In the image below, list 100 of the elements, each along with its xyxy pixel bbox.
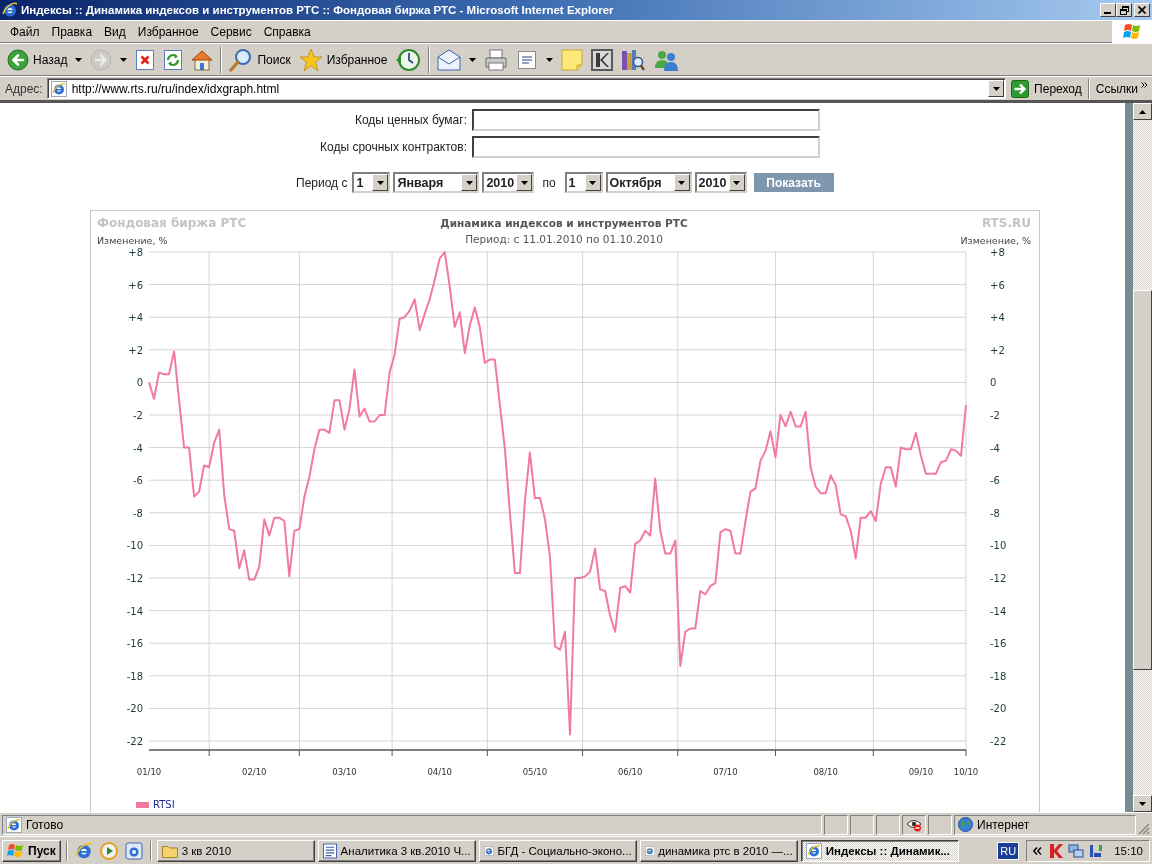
launch-button[interactable] xyxy=(97,840,120,862)
y-axis-label: -8 xyxy=(990,507,1000,519)
year-select[interactable]: 2010 xyxy=(694,172,747,193)
menu-item[interactable]: Справка xyxy=(257,21,317,42)
launch-button[interactable] xyxy=(122,840,145,862)
chevron-icon xyxy=(1141,81,1148,88)
printer-icon xyxy=(484,48,509,71)
language-button[interactable]: RU xyxy=(997,842,1020,860)
task-button[interactable]: БГД - Социально-эконо... xyxy=(478,840,637,862)
y-axis-label: -18 xyxy=(126,670,143,682)
task-button[interactable]: Аналитика 3 кв.2010 Ч... xyxy=(317,840,476,862)
note-icon xyxy=(561,48,584,71)
folder-icon xyxy=(161,844,178,858)
y-axis-label: -10 xyxy=(990,540,1007,552)
field-label: Коды ценных бумаг: xyxy=(353,113,467,127)
orbit-logo-icon xyxy=(2,2,18,18)
legend-label: RTSI xyxy=(153,799,175,810)
scroll-thumb[interactable] xyxy=(1133,290,1152,670)
start-button[interactable]: Пуск xyxy=(2,840,61,862)
refresh-icon xyxy=(163,48,184,71)
restore-button[interactable] xyxy=(1116,3,1132,17)
task-button[interactable]: 3 кв 2010 xyxy=(156,840,315,862)
up-triangle-icon xyxy=(1139,109,1146,114)
address-label: Адрес: xyxy=(5,81,43,96)
x-axis-label: 10/10 xyxy=(953,767,979,777)
x-axis-label: 08/10 xyxy=(813,767,838,777)
back-button[interactable]: Назад xyxy=(3,45,87,74)
task-button[interactable]: динамика ртс в 2010 —... xyxy=(639,840,798,862)
month-select[interactable]: Октября xyxy=(605,172,692,193)
y-axis-label: +8 xyxy=(128,247,143,258)
y-axis-label: -6 xyxy=(133,475,143,487)
caret-icon xyxy=(120,57,128,62)
y-axis-label: -6 xyxy=(990,475,1000,487)
y-axis-label: -20 xyxy=(126,703,143,715)
clock-icon xyxy=(395,47,422,72)
resize-grip-icon xyxy=(1138,823,1150,835)
month-select[interactable]: Января xyxy=(393,172,480,193)
scroll-up-button[interactable] xyxy=(1133,103,1152,120)
x-axis-label: 01/10 xyxy=(136,767,162,777)
right-arrow-icon xyxy=(1011,79,1030,98)
x-axis-label: 09/10 xyxy=(908,767,934,777)
home-icon xyxy=(191,48,214,71)
document-icon xyxy=(322,843,337,859)
y-axis-label: -14 xyxy=(990,605,1007,617)
status-pane xyxy=(850,814,874,835)
close-button[interactable] xyxy=(1134,3,1150,17)
go-button[interactable]: Переход xyxy=(1006,77,1088,100)
day-select[interactable]: 1 xyxy=(564,172,603,193)
menu-item[interactable]: Вид xyxy=(98,21,132,42)
menu-item[interactable]: Правка xyxy=(45,21,99,42)
search-icon xyxy=(229,47,254,72)
y-axis-label: +8 xyxy=(990,247,1005,258)
y-axis-label: -20 xyxy=(990,703,1007,715)
y-axis-label: -4 xyxy=(990,442,1000,454)
chart-subtitle: Период: с 11.01.2010 по 01.10.2010 xyxy=(465,232,663,245)
y-axis-label: +6 xyxy=(990,279,1005,291)
menu-item[interactable]: Файл xyxy=(4,21,46,42)
links-button[interactable]: Ссылки xyxy=(1089,77,1152,100)
x-axis-label: 06/10 xyxy=(617,767,643,777)
menu-item[interactable]: Избранное xyxy=(131,21,205,42)
field-label: Коды срочных контрактов: xyxy=(319,140,467,154)
task-button[interactable]: Индексы :: Динамик... xyxy=(800,840,959,862)
x-axis-label: 07/10 xyxy=(713,767,738,777)
address-field[interactable]: http://www.rts.ru/ru/index/idxgraph.html xyxy=(46,78,1007,99)
x-axis-label: 02/10 xyxy=(242,767,267,777)
caret-icon xyxy=(589,180,597,185)
caret-icon xyxy=(469,57,477,62)
orbit-logo-icon xyxy=(74,842,93,860)
y-axis-label: -10 xyxy=(126,540,143,552)
y-axis-label: -2 xyxy=(133,410,143,421)
input-field[interactable] xyxy=(472,136,820,158)
y-axis-label: 0 xyxy=(136,377,143,389)
x-axis-label: 03/10 xyxy=(332,767,357,777)
orbit-logo-icon xyxy=(644,843,655,859)
y-axis-title: Изменение, % xyxy=(97,234,169,246)
scroll-down-button[interactable] xyxy=(1133,795,1152,812)
y-axis-label: +4 xyxy=(990,312,1005,324)
orbit-logo-icon xyxy=(50,80,67,97)
network-icon xyxy=(1068,843,1085,859)
y-axis-label: +4 xyxy=(128,312,143,324)
menu-item[interactable]: Сервис xyxy=(204,21,258,42)
chart-title: Динамика индексов и инструментов РТС xyxy=(440,216,688,229)
caret-icon xyxy=(678,180,686,185)
input-field[interactable] xyxy=(472,109,820,131)
restore-icon xyxy=(1119,5,1129,15)
search-button[interactable]: Поиск xyxy=(225,45,295,74)
status-text: Готово xyxy=(26,817,64,832)
y-axis-label: -22 xyxy=(990,736,1007,747)
caret-icon xyxy=(75,57,83,62)
dropdown-button[interactable] xyxy=(988,80,1005,97)
status-pane xyxy=(876,814,900,835)
y-axis-label: -18 xyxy=(990,670,1007,682)
play-icon xyxy=(99,842,118,860)
day-select[interactable]: 1 xyxy=(352,172,391,193)
year-select[interactable]: 2010 xyxy=(482,172,535,193)
ring-tile-icon xyxy=(124,842,143,860)
favorites-button[interactable]: Избранное xyxy=(294,45,392,74)
status-pane xyxy=(928,814,952,835)
status-pane xyxy=(824,814,848,835)
minimize-button[interactable] xyxy=(1100,3,1116,17)
